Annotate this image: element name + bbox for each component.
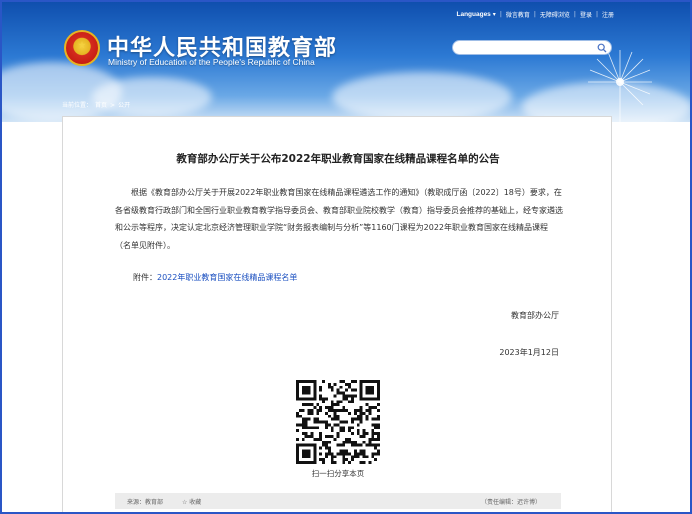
browser-frame: 中华人民共和国教育部 Ministry of Education of the …: [0, 0, 692, 514]
attachment-line: 附件：2022年职业教育国家在线精品课程名单: [133, 272, 297, 283]
nav-separator: |: [595, 11, 598, 18]
qr-caption: 扫一扫分享本页: [311, 469, 365, 478]
cloud-decoration: [332, 72, 512, 122]
attachment-link[interactable]: 2022年职业教育国家在线精品课程名单: [157, 273, 297, 282]
editor-label: （责任编辑：迟许博）: [480, 499, 541, 506]
cloud-decoration: [92, 77, 212, 117]
top-navigation: Languages ▾ | 微言教育 | 无障碍浏览 | 登录 | 注册: [456, 10, 614, 19]
source-label: 来源：教育部: [127, 499, 164, 506]
search-icon[interactable]: [597, 43, 607, 53]
accessibility-link[interactable]: 无障碍浏览: [540, 10, 570, 19]
breadcrumb-prefix: 当前位置：: [62, 102, 93, 109]
national-emblem-icon: [64, 30, 100, 66]
login-link[interactable]: 登录: [580, 10, 592, 19]
article-body: 根据《教育部办公厅关于开展2022年职业教育国家在线精品课程遴选工作的通知》（教…: [115, 188, 563, 250]
dropdown-caret-icon[interactable]: ▾: [493, 11, 496, 18]
nav-separator: |: [499, 11, 502, 18]
search-box[interactable]: [452, 40, 612, 55]
signing-organization: 教育部办公厅: [511, 311, 559, 320]
nav-separator: |: [573, 11, 576, 18]
site-header: 中华人民共和国教育部 Ministry of Education of the …: [2, 2, 690, 122]
attachment-label: 附件：: [133, 273, 157, 282]
share-qr-code: [296, 380, 380, 464]
languages-link[interactable]: Languages: [456, 11, 490, 18]
breadcrumb-public[interactable]: 公开: [118, 102, 130, 109]
site-subtitle: Ministry of Education of the People's Re…: [108, 57, 315, 67]
register-link[interactable]: 注册: [602, 10, 614, 19]
nav-separator: |: [533, 11, 536, 18]
breadcrumb-home[interactable]: 首页: [95, 102, 107, 109]
article-footer-bar: 来源：教育部 ☆ 收藏 （责任编辑：迟许博）: [115, 493, 561, 509]
weiyan-education-link[interactable]: 微言教育: [506, 10, 530, 19]
signing-date: 2023年1月12日: [499, 348, 559, 357]
favorite-button[interactable]: ☆ 收藏: [182, 497, 201, 506]
breadcrumb-separator: >: [110, 102, 116, 109]
article-title: 教育部办公厅关于公布2022年职业教育国家在线精品课程名单的公告: [176, 153, 500, 165]
breadcrumb: 当前位置： 首页 > 公开: [62, 100, 133, 109]
article-panel: 教育部办公厅关于公布2022年职业教育国家在线精品课程名单的公告 根据《教育部办…: [62, 116, 612, 512]
